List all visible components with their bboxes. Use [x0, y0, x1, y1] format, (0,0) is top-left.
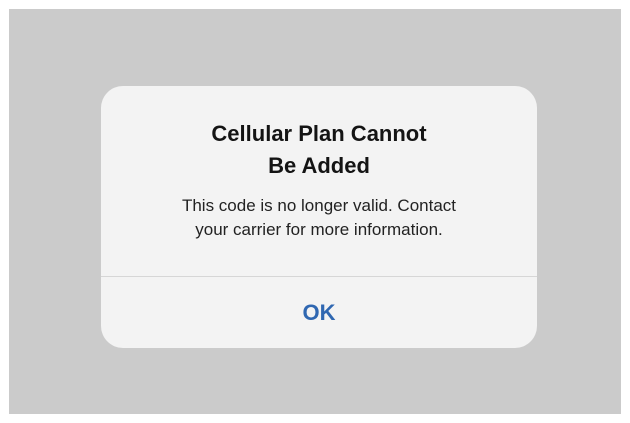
alert-title-line-1: Cellular Plan Cannot	[211, 121, 427, 146]
alert-content: Cellular Plan Cannot Be Added This code …	[101, 86, 537, 276]
alert-dialog: Cellular Plan Cannot Be Added This code …	[101, 86, 537, 348]
alert-message-line-1: This code is no longer valid. Contact	[181, 196, 457, 215]
alert-title-line-2: Be Added	[268, 153, 370, 178]
screen-backdrop: Cellular Plan Cannot Be Added This code …	[9, 9, 621, 414]
alert-title: Cellular Plan Cannot Be Added	[141, 118, 497, 182]
ok-button[interactable]: OK	[101, 277, 537, 348]
alert-message-line-2: your carrier for more information.	[195, 220, 443, 239]
alert-message: This code is no longer valid. Contact yo…	[131, 194, 507, 242]
